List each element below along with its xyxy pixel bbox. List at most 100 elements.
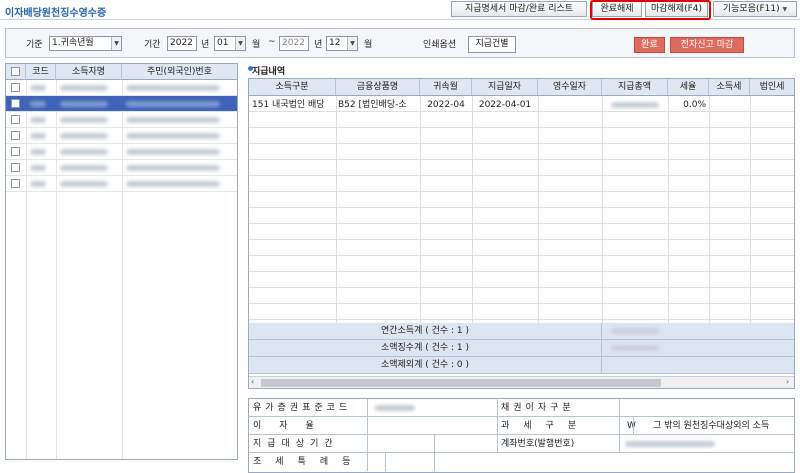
print-option-button[interactable]: 지급건별 bbox=[468, 36, 516, 53]
row-checkbox[interactable] bbox=[11, 147, 20, 156]
basis-select[interactable]: 1.귀속년월 ▼ bbox=[49, 36, 122, 51]
table-row[interactable] bbox=[6, 80, 237, 96]
table-row[interactable] bbox=[6, 112, 237, 128]
table-row[interactable] bbox=[6, 144, 237, 160]
complete-button[interactable]: 완료 bbox=[634, 37, 665, 53]
column-header[interactable]: 소득자명 bbox=[56, 64, 122, 80]
column-header[interactable]: 지급총액 bbox=[602, 79, 668, 95]
summary-label: 소액징수계 ( 건수 : 1 ) bbox=[249, 340, 602, 357]
month-from-select[interactable]: 01 ▼ bbox=[214, 36, 246, 51]
redacted-text bbox=[60, 101, 108, 107]
year-to-input[interactable]: 2022 bbox=[279, 36, 309, 51]
scroll-right-icon[interactable]: › bbox=[786, 377, 789, 386]
divider bbox=[434, 435, 435, 453]
payee-list-header: 코드 소득자명 주민(외국인)번호 bbox=[6, 64, 237, 80]
horizontal-scrollbar[interactable]: ‹ › bbox=[249, 376, 794, 388]
table-row[interactable] bbox=[249, 144, 794, 160]
row-checkbox[interactable] bbox=[11, 99, 20, 108]
table-row[interactable] bbox=[6, 96, 237, 112]
redacted-text bbox=[126, 181, 220, 187]
title-bar: 이자배당원천징수영수증 지급명세서 마감/완료 리스트 완료해제 마감해제(F4… bbox=[0, 0, 800, 20]
efile-close-button[interactable]: 전자신고 마감 bbox=[670, 37, 744, 53]
redacted-text bbox=[60, 149, 108, 155]
redacted-account bbox=[625, 441, 715, 447]
table-row[interactable] bbox=[249, 288, 794, 304]
functions-menu-button[interactable]: 기능모음(F11) ▼ bbox=[713, 1, 797, 17]
info-panel: 유가증권표준코드 채권이자구분 이자율 과세구분 W 그 밖의 원천징수대상외의… bbox=[248, 398, 795, 473]
summary-row: 소액징수계 ( 건수 : 1 ) bbox=[249, 340, 794, 357]
row-checkbox[interactable] bbox=[11, 83, 20, 92]
column-header[interactable]: 귀속월 bbox=[420, 79, 472, 95]
chevron-down-icon: ▼ bbox=[782, 6, 788, 13]
redacted-amount bbox=[611, 345, 659, 351]
redacted-amount bbox=[611, 328, 659, 334]
table-row[interactable] bbox=[249, 112, 794, 128]
receipt-date-cell[interactable] bbox=[538, 97, 602, 113]
row-checkbox[interactable] bbox=[11, 115, 20, 124]
attr-month-cell[interactable]: 2022-04 bbox=[420, 97, 472, 113]
column-header[interactable]: 코드 bbox=[26, 64, 56, 80]
table-row[interactable] bbox=[249, 304, 794, 320]
summary-row: 연간소득계 ( 건수 : 1 ) bbox=[249, 323, 794, 340]
redacted-text bbox=[126, 133, 220, 139]
table-row[interactable] bbox=[6, 128, 237, 144]
table-row[interactable] bbox=[249, 128, 794, 144]
column-header[interactable]: 세율 bbox=[668, 79, 709, 95]
table-row[interactable] bbox=[249, 176, 794, 192]
redacted-text bbox=[30, 133, 46, 139]
closing-list-button[interactable]: 지급명세서 마감/완료 리스트 bbox=[451, 1, 587, 17]
info-row: 지급대상기간 계좌번호(발행번호) bbox=[249, 435, 794, 453]
table-row[interactable] bbox=[249, 192, 794, 208]
tax-rate-cell[interactable]: 0.0% bbox=[668, 97, 706, 113]
redacted-text bbox=[126, 165, 220, 171]
column-header[interactable]: 영수일자 bbox=[538, 79, 602, 95]
income-type-cell[interactable]: 151 내국법인 배당 bbox=[252, 97, 335, 113]
period-label: 기간 bbox=[144, 40, 161, 50]
payments-header: 소득구분 금융상품명 귀속월 지급일자 영수일자 지급총액 세율 소득세 법인세 bbox=[249, 79, 794, 96]
product-cell[interactable]: B52 [법인배당-소 bbox=[338, 97, 419, 113]
scroll-thumb[interactable] bbox=[261, 379, 661, 387]
treaty-label: 조세특례등 bbox=[253, 457, 365, 467]
table-row[interactable] bbox=[6, 160, 237, 176]
column-header[interactable]: 주민(외국인)번호 bbox=[122, 64, 237, 80]
table-row[interactable] bbox=[249, 256, 794, 272]
basis-label: 기준 bbox=[26, 40, 43, 50]
column-header[interactable]: 소득세 bbox=[709, 79, 750, 95]
column-header[interactable]: 금융상품명 bbox=[336, 79, 420, 95]
redacted-isin bbox=[375, 405, 415, 411]
column-header[interactable]: 지급일자 bbox=[472, 79, 538, 95]
info-row: 유가증권표준코드 채권이자구분 bbox=[249, 399, 794, 417]
table-row[interactable] bbox=[249, 208, 794, 224]
table-row[interactable] bbox=[249, 160, 794, 176]
scroll-left-icon[interactable]: ‹ bbox=[251, 377, 254, 386]
redacted-text bbox=[30, 181, 46, 187]
section-title: 지급내역 bbox=[252, 67, 286, 77]
redacted-text bbox=[60, 133, 108, 139]
pay-date-cell[interactable]: 2022-04-01 bbox=[472, 97, 538, 113]
month-to-value: 12 bbox=[329, 38, 341, 48]
column-header[interactable]: 법인세 bbox=[750, 79, 794, 95]
range-separator: ~ bbox=[268, 37, 276, 47]
divider bbox=[367, 435, 368, 453]
divider bbox=[367, 417, 368, 435]
redacted-text bbox=[60, 181, 108, 187]
table-row[interactable] bbox=[249, 240, 794, 256]
month-unit: 월 bbox=[252, 40, 261, 50]
column-header[interactable]: 소득구분 bbox=[249, 79, 336, 95]
month-unit: 월 bbox=[364, 40, 373, 50]
row-checkbox[interactable] bbox=[11, 163, 20, 172]
info-row: 조세특례등 bbox=[249, 453, 794, 471]
table-row[interactable] bbox=[6, 176, 237, 192]
chevron-down-icon: ▼ bbox=[111, 37, 121, 50]
info-row: 이자율 과세구분 W 그 밖의 원천징수대상외의 소득 bbox=[249, 417, 794, 435]
basis-value: 1.귀속년월 bbox=[52, 38, 94, 48]
redacted-text bbox=[126, 101, 220, 107]
row-checkbox[interactable] bbox=[11, 179, 20, 188]
table-row[interactable] bbox=[249, 224, 794, 240]
table-row[interactable] bbox=[249, 272, 794, 288]
row-checkbox[interactable] bbox=[11, 131, 20, 140]
isin-label: 유가증권표준코드 bbox=[253, 403, 352, 413]
select-all-checkbox[interactable] bbox=[11, 67, 20, 76]
year-from-input[interactable]: 2022 bbox=[167, 36, 197, 51]
month-to-select[interactable]: 12 ▼ bbox=[326, 36, 358, 51]
